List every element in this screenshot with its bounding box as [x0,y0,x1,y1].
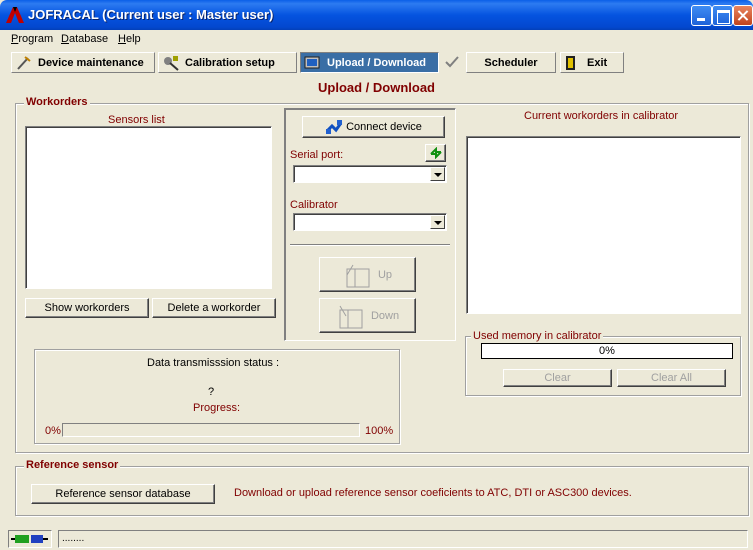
up-label: Up [377,268,393,281]
upload-download-label: Upload / Download [327,56,426,69]
plug-icon [11,535,48,543]
down-label: Down [370,309,400,322]
app-window: JOFRACAL (Current user : Master user) Pr… [0,0,753,550]
menu-bar: Program Database Help [0,31,753,47]
upload-up-button[interactable]: Up [319,257,416,292]
toolbar: Device maintenance Calibration setup Upl… [0,49,753,75]
connect-device-label: Connect device [346,121,422,133]
refresh-ports-button[interactable] [425,144,446,162]
show-workorders-button[interactable]: Show workorders [25,298,149,318]
minimize-button[interactable] [691,5,712,26]
chevron-down-icon[interactable] [430,215,445,229]
clear-all-button[interactable]: Clear All [617,369,726,387]
page-title: Upload / Download [318,80,435,95]
close-button[interactable] [733,5,753,26]
workorders-group-title: Workorders [24,96,90,108]
delete-workorder-button[interactable]: Delete a workorder [152,298,276,318]
download-arrow-icon [339,305,363,328]
menu-database[interactable]: Database [61,33,108,45]
transmission-status-label: Data transmisssion status : [147,357,280,369]
scheduler-label: Scheduler [484,56,538,69]
progress-max-label: 100% [365,425,394,437]
reference-sensor-description: Download or upload reference sensor coef… [234,487,632,499]
window-title: JOFRACAL (Current user : Master user) [28,7,274,22]
check-mark-icon [445,55,459,69]
clear-button[interactable]: Clear [503,369,612,387]
progress-min-label: 0% [45,425,61,437]
upload-download-button[interactable]: Upload / Download [300,52,439,73]
separator [290,244,450,246]
reference-sensor-database-button[interactable]: Reference sensor database [31,484,215,504]
calibration-setup-button[interactable]: Calibration setup [158,52,297,73]
current-workorders-label: Current workorders in calibrator [524,110,679,122]
upload-download-icon [304,55,322,71]
device-maintenance-label: Device maintenance [38,56,144,69]
menu-program[interactable]: Program [11,33,53,45]
chevron-down-icon[interactable] [430,167,445,181]
menu-help[interactable]: Help [118,33,141,45]
maximize-button[interactable] [712,5,733,26]
sensors-list-label: Sensors list [108,114,165,126]
status-bar: ........ [0,528,753,550]
used-memory-title: Used memory in calibrator [471,330,604,342]
upload-arrow-icon [346,264,370,287]
transmission-status-value: ? [208,386,215,398]
transmission-progress-bar [62,423,360,437]
calibrator-label: Calibrator [290,199,338,211]
reference-sensor-group-title: Reference sensor [24,459,121,471]
exit-button[interactable]: Exit [560,52,624,73]
scheduler-button[interactable]: Scheduler [466,52,556,73]
refresh-arrows-icon [429,147,442,159]
used-memory-bar: 0% [481,343,733,359]
status-text: ........ [58,530,748,548]
serial-port-label: Serial port: [290,149,344,161]
title-bar: JOFRACAL (Current user : Master user) [0,0,753,30]
sensors-list[interactable] [25,126,272,289]
calibrator-select[interactable] [293,213,447,231]
wrench-gear-icon [162,55,180,71]
current-workorders-list[interactable] [466,136,741,314]
progress-label: Progress: [193,402,241,414]
connect-icon [326,120,343,134]
status-icon-cell [8,530,52,548]
exit-door-icon [564,55,582,71]
calibration-setup-label: Calibration setup [185,56,275,69]
connect-device-button[interactable]: Connect device [302,116,445,138]
device-maintenance-button[interactable]: Device maintenance [11,52,155,73]
download-down-button[interactable]: Down [319,298,416,333]
caliper-icon [15,55,33,71]
jofracal-logo-icon [6,7,24,23]
exit-label: Exit [587,56,608,69]
serial-port-select[interactable] [293,165,447,183]
